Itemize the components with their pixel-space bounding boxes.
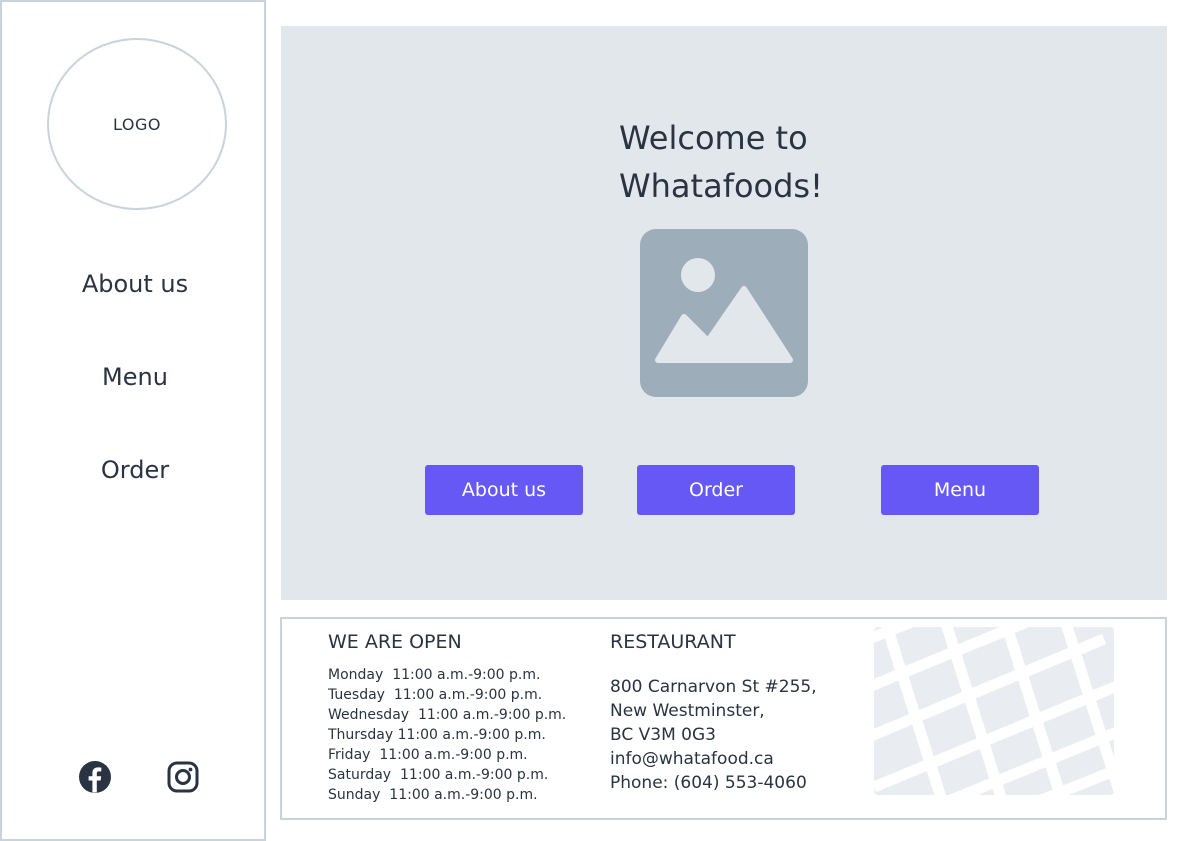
address-line: BC V3M 0G3 [610, 725, 716, 745]
time-label: 11:00 a.m.-9:00 p.m. [400, 767, 549, 783]
address-line: 800 Carnarvon St #255, [610, 677, 817, 697]
logo-text: LOGO [113, 114, 161, 134]
restaurant-address: 800 Carnarvon St #255, New Westminster, … [610, 675, 817, 795]
address-line: New Westminster, [610, 701, 765, 721]
hours-row: Thursday 11:00 a.m.-9:00 p.m. [328, 725, 566, 745]
day-label: Tuesday [328, 687, 385, 703]
hours-list: Monday 11:00 a.m.-9:00 p.m. Tuesday 11:0… [328, 665, 566, 805]
restaurant-heading: RESTAURANT [610, 631, 736, 653]
hours-row: Friday 11:00 a.m.-9:00 p.m. [328, 745, 566, 765]
page: LOGO About us Menu Order Welcome to What… [0, 0, 1192, 841]
day-label: Monday [328, 667, 384, 683]
day-label: Saturday [328, 767, 392, 783]
time-label: 11:00 a.m.-9:00 p.m. [417, 707, 567, 723]
day-label: Sunday [328, 787, 381, 803]
sidebar: LOGO About us Menu Order [0, 0, 266, 841]
hours-row: Wednesday 11:00 a.m.-9:00 p.m. [328, 705, 566, 725]
sidebar-item-order[interactable]: Order [2, 456, 268, 484]
facebook-icon[interactable] [77, 759, 113, 795]
phone-line: Phone: (604) 553-4060 [610, 773, 807, 793]
map-image[interactable] [874, 627, 1114, 795]
hours-heading: WE ARE OPEN [328, 631, 462, 653]
about-us-button[interactable]: About us [425, 465, 583, 515]
time-label: 11:00 a.m.-9:00 p.m. [389, 787, 538, 803]
hours-row: Tuesday 11:00 a.m.-9:00 p.m. [328, 685, 566, 705]
order-button[interactable]: Order [637, 465, 795, 515]
day-label: Wednesday [328, 707, 410, 723]
day-label: Friday [328, 747, 371, 763]
sidebar-item-menu[interactable]: Menu [2, 363, 268, 391]
email-link[interactable]: info@whatafood.ca [610, 747, 817, 771]
image-placeholder-icon [640, 229, 808, 397]
sidebar-item-about-us[interactable]: About us [2, 270, 268, 298]
logo[interactable]: LOGO [47, 38, 227, 210]
title-line-2: Whatafoods! [619, 167, 823, 205]
hero-section: Welcome to Whatafoods! About us Order Me… [281, 26, 1167, 600]
time-label: 11:00 a.m.-9:00 p.m. [379, 747, 528, 763]
time-label: 11:00 a.m.-9:00 p.m. [392, 667, 541, 683]
footer: WE ARE OPEN Monday 11:00 a.m.-9:00 p.m. … [280, 617, 1167, 820]
hours-row: Sunday 11:00 a.m.-9:00 p.m. [328, 785, 566, 805]
hours-row: Saturday 11:00 a.m.-9:00 p.m. [328, 765, 566, 785]
page-title: Welcome to Whatafoods! [619, 114, 879, 210]
time-label: 11:00 a.m.-9:00 p.m. [397, 727, 546, 743]
day-label: Thursday [328, 727, 394, 743]
instagram-icon[interactable] [165, 759, 201, 795]
hours-row: Monday 11:00 a.m.-9:00 p.m. [328, 665, 566, 685]
menu-button[interactable]: Menu [881, 465, 1039, 515]
title-line-1: Welcome to [619, 119, 808, 157]
time-label: 11:00 a.m.-9:00 p.m. [393, 687, 543, 703]
